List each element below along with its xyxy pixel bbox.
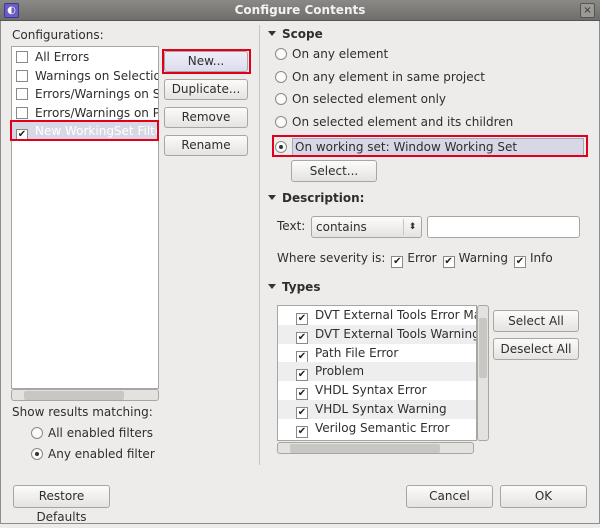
scope-title: Scope	[282, 27, 323, 41]
type-label: VHDL Syntax Error	[315, 383, 427, 398]
types-hscrollbar[interactable]	[277, 442, 474, 454]
highlight-box	[10, 120, 159, 141]
checkbox-icon: ✔	[513, 256, 526, 268]
checkbox-icon[interactable]: ✔	[296, 369, 308, 382]
ok-button[interactable]: OK	[500, 485, 587, 508]
severity-row: Where severity is: ✔ Error ✔ Warning ✔ Info	[277, 251, 553, 268]
severity-label: Info	[529, 251, 553, 265]
types-list[interactable]: ✔ DVT External Tools Error Mark ✔ DVT Exter…	[277, 305, 477, 441]
radio-icon	[275, 116, 287, 128]
scope-option-label: On selected element only	[292, 92, 447, 106]
checkbox-icon[interactable]	[16, 69, 28, 82]
scope-option[interactable]: On selected element only	[275, 92, 446, 106]
window-title: Configure Contents	[234, 3, 366, 17]
description-header[interactable]: Description:	[268, 191, 364, 205]
severity-label: Where severity is:	[277, 251, 386, 265]
checkbox-icon[interactable]: ✔	[296, 425, 308, 438]
types-vscrollbar[interactable]	[477, 305, 489, 441]
duplicate-button[interactable]: Duplicate...	[164, 79, 248, 100]
scope-option-label: On any element in same project	[292, 70, 485, 84]
configuration-label: Errors/Warnings on Proje	[35, 105, 158, 120]
radio-icon	[275, 71, 287, 83]
collapse-triangle-icon	[268, 195, 276, 200]
collapse-triangle-icon	[268, 284, 276, 289]
type-item[interactable]: ✔ DVT External Tools Error Mark	[278, 306, 476, 325]
configurations-hscrollbar[interactable]	[11, 389, 159, 401]
checkbox-icon: ✔	[442, 256, 455, 268]
severity-label: Warning	[458, 251, 508, 265]
severity-checkbox[interactable]: ✔ Error	[391, 251, 437, 268]
type-item[interactable]: ✔ VHDL Syntax Warning	[278, 400, 476, 419]
highlight-box	[162, 49, 251, 74]
checkbox-icon: ✔	[391, 256, 404, 268]
cancel-button[interactable]: Cancel	[406, 485, 493, 508]
restore-defaults-button[interactable]: Restore Defaults	[13, 485, 110, 524]
radio-all-filters[interactable]: All enabled filters	[31, 426, 153, 440]
type-label: Verilog Semantic Error	[315, 420, 450, 435]
description-text-input[interactable]	[427, 216, 580, 238]
radio-icon	[31, 427, 43, 439]
deselect-all-button[interactable]: Deselect All	[493, 338, 579, 360]
type-label: Path File Error	[315, 345, 399, 360]
combo-value: contains	[316, 220, 367, 234]
severity-label: Error	[407, 251, 437, 265]
type-item[interactable]: ✔ Problem	[278, 362, 476, 382]
description-title: Description:	[282, 191, 365, 205]
type-label: Problem	[315, 364, 365, 379]
type-item[interactable]: ✔ Path File Error	[278, 344, 476, 363]
radio-icon	[31, 448, 43, 460]
scope-option-label: On selected element and its children	[292, 115, 514, 129]
configuration-item[interactable]: Errors/Warnings on Sele	[12, 85, 158, 104]
scope-option-label: On any element	[292, 47, 389, 61]
select-working-set-button[interactable]: Select...	[291, 160, 377, 182]
scope-option[interactable]: On selected element and its children	[275, 115, 513, 129]
configuration-item[interactable]: Warnings on Selection	[12, 67, 158, 86]
type-label: DVT External Tools Warning M	[315, 326, 477, 341]
radio-label: Any enabled filter	[48, 447, 155, 461]
configurations-list[interactable]: All Errors Warnings on Selection Errors/Wa…	[11, 46, 159, 389]
title-bar: ◐ Configure Contents ×	[0, 0, 600, 21]
checkbox-icon[interactable]	[16, 88, 28, 101]
checkbox-icon[interactable]: ✔	[296, 350, 308, 363]
types-header[interactable]: Types	[268, 280, 320, 294]
radio-icon	[275, 93, 287, 105]
configuration-item[interactable]: All Errors	[12, 48, 158, 67]
close-button[interactable]: ×	[580, 3, 595, 18]
type-label: DVT External Tools Error Mark	[315, 308, 477, 322]
radio-any-filter[interactable]: Any enabled filter	[31, 447, 155, 461]
highlight-box	[272, 135, 588, 157]
checkbox-icon[interactable]: ✔	[296, 388, 308, 401]
configuration-label: Warnings on Selection	[35, 68, 159, 83]
type-item[interactable]: ✔ VHDL Syntax Error	[278, 381, 476, 401]
spinner-icon: ⬍	[403, 219, 421, 235]
checkbox-icon[interactable]: ✔	[296, 407, 308, 419]
rename-button[interactable]: Rename	[164, 135, 248, 156]
severity-checkbox[interactable]: ✔ Info	[513, 251, 553, 268]
text-match-combo[interactable]: contains ⬍	[311, 216, 422, 238]
select-all-button[interactable]: Select All	[493, 310, 579, 332]
checkbox-icon[interactable]	[16, 106, 28, 119]
collapse-triangle-icon	[268, 31, 276, 36]
configuration-label: All Errors	[35, 50, 90, 64]
types-title: Types	[282, 280, 321, 294]
show-results-label: Show results matching:	[12, 405, 153, 419]
separator	[259, 25, 260, 465]
scope-option[interactable]: On any element	[275, 47, 388, 61]
checkbox-icon[interactable]: ✔	[296, 313, 308, 325]
remove-button[interactable]: Remove	[164, 107, 248, 128]
checkbox-icon[interactable]	[16, 51, 28, 63]
radio-label: All enabled filters	[48, 426, 153, 440]
configurations-label: Configurations:	[12, 28, 104, 42]
severity-checkbox[interactable]: ✔ Warning	[442, 251, 508, 268]
type-label: VHDL Syntax Warning	[315, 402, 447, 416]
type-item[interactable]: ✔ Verilog Semantic Error	[278, 419, 476, 438]
type-item[interactable]: ✔ DVT External Tools Warning M	[278, 324, 477, 344]
text-label: Text:	[277, 219, 306, 233]
radio-icon	[275, 48, 287, 60]
configuration-label: Errors/Warnings on Sele	[35, 87, 158, 102]
checkbox-icon[interactable]: ✔	[296, 331, 308, 344]
scope-option[interactable]: On any element in same project	[275, 70, 485, 84]
scope-header[interactable]: Scope	[268, 27, 323, 41]
